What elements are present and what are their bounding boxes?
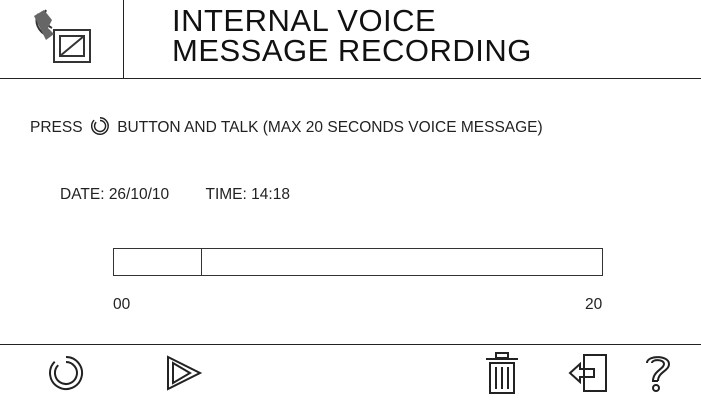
play-icon <box>167 355 203 391</box>
recording-progress-fill <box>114 249 202 275</box>
progress-max-label: 20 <box>585 296 603 313</box>
page-title: INTERNAL VOICE MESSAGE RECORDING <box>172 3 692 68</box>
help-button[interactable] <box>636 351 680 395</box>
time-value: 14:18 <box>251 186 290 203</box>
exit-icon <box>568 354 607 392</box>
record-icon <box>49 356 84 390</box>
header: INTERNAL VOICE MESSAGE RECORDING <box>0 0 701 79</box>
title-line-1: INTERNAL VOICE <box>172 3 437 38</box>
date-value: 26/10/10 <box>108 186 170 203</box>
toolbar <box>0 344 701 399</box>
play-button[interactable] <box>162 351 206 395</box>
instruction-after: BUTTON AND TALK (MAX 20 SECONDS VOICE ME… <box>117 119 543 136</box>
progress-min-label: 00 <box>113 296 131 313</box>
help-icon <box>646 356 671 392</box>
instruction-before: PRESS <box>30 119 83 136</box>
record-icon <box>90 117 109 135</box>
header-divider <box>123 0 124 78</box>
instruction-text: PRESS BUTTON AND TALK (MAX 20 SECONDS VO… <box>30 115 670 138</box>
datetime: DATE: 26/10/10 TIME: 14:18 <box>60 186 290 204</box>
delete-button[interactable] <box>480 351 524 395</box>
handset-intercom-icon <box>34 9 91 63</box>
date-label: DATE: <box>60 186 105 203</box>
recording-progress-bar <box>113 248 603 276</box>
exit-button[interactable] <box>566 351 610 395</box>
trash-icon <box>486 352 518 394</box>
voice-recording-screen: INTERNAL VOICE MESSAGE RECORDING PRESS B… <box>0 0 701 398</box>
record-button[interactable] <box>44 351 88 395</box>
title-line-2: MESSAGE RECORDING <box>172 33 532 68</box>
time-label: TIME: <box>205 186 247 203</box>
